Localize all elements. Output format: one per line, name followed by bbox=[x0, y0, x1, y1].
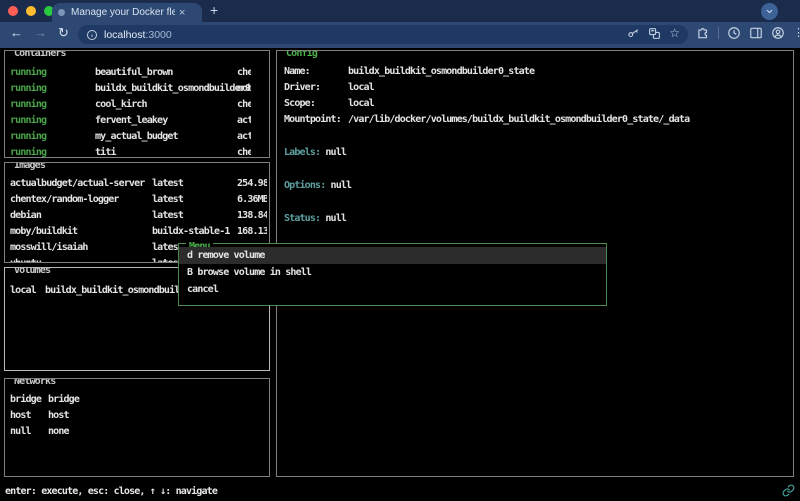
browser-toolbar: ← → ↻ localhost:3000 ☆ ⋮ bbox=[0, 22, 800, 48]
image-row[interactable]: moby/buildkitbuildx-stable-1168.13MB bbox=[5, 224, 269, 240]
minimize-window-button[interactable] bbox=[26, 6, 36, 16]
bookmark-star-icon[interactable]: ☆ bbox=[669, 27, 680, 40]
url-text: localhost:3000 bbox=[104, 29, 172, 41]
tab-strip: Manage your Docker fleet wi × + bbox=[0, 0, 800, 22]
translate-icon[interactable] bbox=[648, 27, 661, 40]
container-row[interactable]: runningbuildx_buildkit_osmondbuilder0mob bbox=[5, 81, 269, 97]
config-field: Status: null bbox=[284, 211, 793, 227]
keybinding-status-bar: enter: execute, esc: close, ↑ ↓: navigat… bbox=[5, 485, 217, 499]
tab-search-button[interactable] bbox=[761, 3, 778, 20]
menu-item-remove-volume[interactable]: d remove volume bbox=[179, 247, 606, 264]
browser-tab[interactable]: Manage your Docker fleet wi × bbox=[52, 3, 202, 22]
config-field: Name:buildx_buildkit_osmondbuilder0_stat… bbox=[277, 64, 793, 80]
chevron-down-icon bbox=[765, 7, 774, 16]
side-panel-icon[interactable] bbox=[749, 26, 763, 40]
config-field: Driver:local bbox=[277, 80, 793, 96]
forward-button[interactable]: → bbox=[34, 25, 47, 40]
images-panel-title: Images bbox=[11, 162, 48, 171]
connection-link-icon bbox=[782, 484, 795, 497]
container-row[interactable]: runningtitiche bbox=[5, 145, 269, 158]
close-window-button[interactable] bbox=[8, 6, 18, 16]
password-key-icon[interactable] bbox=[627, 27, 640, 40]
config-field: Labels: null bbox=[284, 145, 793, 161]
back-button[interactable]: ← bbox=[10, 25, 23, 40]
window-controls bbox=[8, 6, 54, 16]
image-row[interactable]: actualbudget/actual-serverlatest254.98MB bbox=[5, 176, 269, 192]
volumes-panel-title: Volumes bbox=[11, 267, 53, 276]
browser-window: Manage your Docker fleet wi × + ← → ↻ lo… bbox=[0, 0, 800, 501]
network-row[interactable]: bridgebridge bbox=[5, 392, 269, 408]
networks-panel[interactable]: Networks bridgebridge hosthost nullnone bbox=[4, 378, 270, 477]
config-field: Scope:local bbox=[277, 96, 793, 112]
container-row[interactable]: runningcool_kirchche bbox=[5, 97, 269, 113]
networks-panel-title: Networks bbox=[11, 378, 58, 387]
new-tab-button[interactable]: + bbox=[210, 2, 218, 18]
reload-button[interactable]: ↻ bbox=[58, 25, 69, 41]
containers-panel[interactable]: Containers runningbeautiful_brownche run… bbox=[4, 50, 270, 158]
container-row[interactable]: runningfervent_leakeyact bbox=[5, 113, 269, 129]
extensions-puzzle-icon[interactable] bbox=[696, 26, 710, 40]
container-row[interactable]: runningbeautiful_brownche bbox=[5, 65, 269, 81]
network-row[interactable]: hosthost bbox=[5, 408, 269, 424]
history-clock-icon[interactable] bbox=[727, 26, 741, 40]
docker-tui-page: Containers runningbeautiful_brownche run… bbox=[0, 48, 800, 501]
url-host: localhost bbox=[104, 29, 145, 41]
tab-favicon-icon bbox=[58, 9, 65, 16]
url-port: :3000 bbox=[145, 29, 171, 41]
container-row[interactable]: runningmy_actual_budgetact bbox=[5, 129, 269, 145]
menu-item-browse-volume[interactable]: B browse volume in shell bbox=[179, 264, 606, 281]
config-field: Mountpoint:/var/lib/docker/volumes/build… bbox=[277, 112, 793, 128]
containers-panel-title: Containers bbox=[11, 50, 69, 59]
config-panel-title: Config bbox=[283, 50, 320, 59]
image-row[interactable]: debianlatest138.84MB bbox=[5, 208, 269, 224]
image-row[interactable]: chentex/random-loggerlatest6.36MB bbox=[5, 192, 269, 208]
site-info-icon[interactable] bbox=[86, 29, 98, 41]
network-row[interactable]: nullnone bbox=[5, 424, 269, 440]
profile-avatar-icon[interactable] bbox=[771, 26, 785, 40]
menu-item-cancel[interactable]: cancel bbox=[179, 281, 606, 298]
config-field: Options: null bbox=[284, 178, 793, 194]
toolbar-divider bbox=[718, 27, 719, 39]
tab-title: Manage your Docker fleet wi bbox=[71, 7, 175, 18]
tab-close-icon[interactable]: × bbox=[179, 7, 185, 19]
volume-action-menu: Menu d remove volume B browse volume in … bbox=[178, 243, 607, 306]
browser-menu-icon[interactable]: ⋮ bbox=[793, 26, 800, 40]
address-bar[interactable]: localhost:3000 ☆ bbox=[78, 25, 688, 44]
